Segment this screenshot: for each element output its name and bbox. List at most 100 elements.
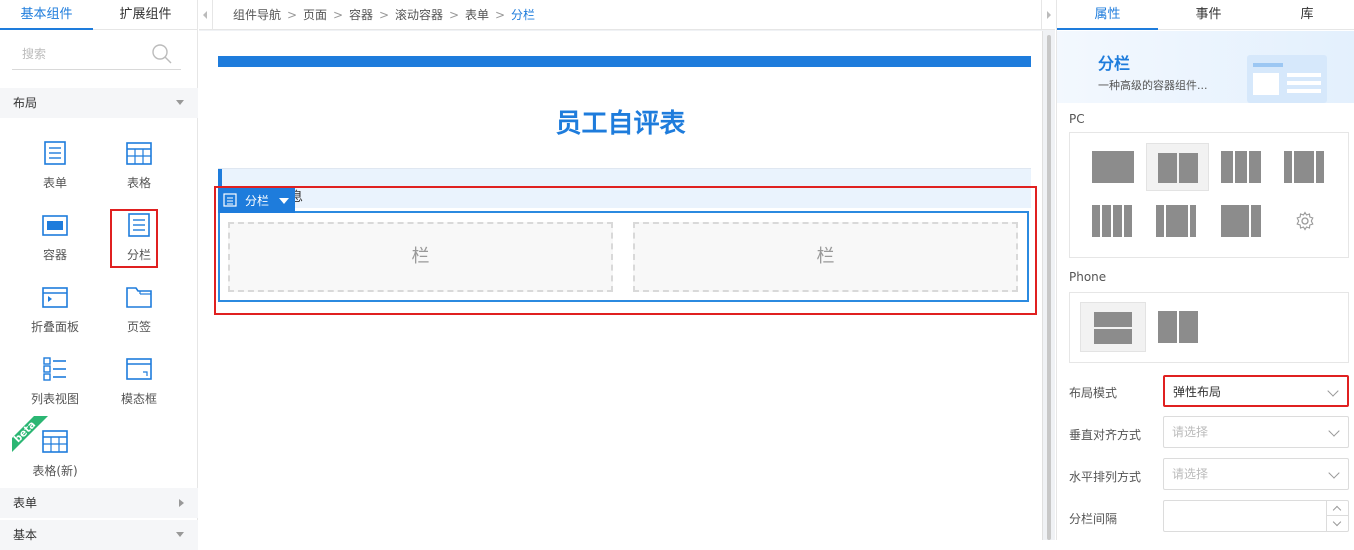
breadcrumb-current: 分栏 <box>511 8 536 22</box>
component-tabs: 基本组件 扩展组件 <box>0 0 198 30</box>
breadcrumb: 组件导航 > 页面 > 容器 > 滚动容器 > 表单 > 分栏 <box>199 0 1055 30</box>
component-label: 折叠面板 <box>30 320 79 334</box>
tab-basic-components[interactable]: 基本组件 <box>0 0 93 30</box>
layout-option-wide-left[interactable] <box>1221 205 1263 237</box>
section-layout[interactable]: 布局 <box>0 88 198 118</box>
section-form[interactable]: 表单 <box>0 488 198 518</box>
tab-library[interactable]: 库 <box>1259 0 1354 30</box>
component-label: 页签 <box>126 320 151 334</box>
component-label: 表单 <box>42 176 67 190</box>
breadcrumb-separator: > <box>495 8 506 22</box>
layout-option-stacked-selected[interactable] <box>1080 302 1146 352</box>
caret-right-icon <box>1047 11 1051 19</box>
property-label: 水平排列方式 <box>1069 470 1142 484</box>
column-gap-input[interactable] <box>1163 500 1349 532</box>
layout-option-side-by-side[interactable] <box>1158 311 1198 343</box>
component-panel: 基本组件 扩展组件 布局 表单 表格 容器 分栏 折叠面板 页签 列表视图 <box>0 0 198 550</box>
caret-left-icon <box>203 11 207 19</box>
layout-mode-select[interactable]: 弹性布局 <box>1163 375 1349 407</box>
component-form[interactable]: 表单 <box>23 134 87 198</box>
layout-option-1col[interactable] <box>1092 151 1134 183</box>
property-tabs: 属性 事件 库 <box>1057 0 1354 30</box>
property-label: 分栏间隔 <box>1069 512 1118 526</box>
scrollbar-thumb[interactable] <box>1047 35 1051 540</box>
component-header: 分栏 一种高级的容器组件... <box>1057 31 1354 103</box>
decrement-button[interactable] <box>1327 516 1348 531</box>
list-view-icon <box>43 357 66 381</box>
phone-layout-options <box>1069 292 1349 363</box>
layout-option-3col[interactable] <box>1221 151 1263 183</box>
layout-option-4col[interactable] <box>1092 205 1134 237</box>
pc-layout-options <box>1069 132 1349 258</box>
component-modal[interactable]: 模态框 <box>107 350 171 414</box>
component-search <box>12 40 181 70</box>
beta-badge: beta <box>12 416 48 452</box>
layout-option-wide-center[interactable] <box>1156 205 1198 237</box>
number-stepper <box>1326 501 1348 531</box>
layout-option-2col-selected[interactable] <box>1146 143 1209 191</box>
columns-highlight-box <box>110 209 158 268</box>
tab-properties[interactable]: 属性 <box>1057 0 1158 30</box>
gear-icon[interactable] <box>1295 211 1315 231</box>
breadcrumb-item[interactable]: 页面 <box>303 0 327 30</box>
component-tabs[interactable]: 页签 <box>107 278 171 342</box>
form-title: 员工自评表 <box>555 109 686 139</box>
selection-highlight-box <box>214 186 1037 315</box>
chevron-down-icon <box>1332 517 1342 527</box>
breadcrumb-item[interactable]: 组件导航 <box>233 0 281 30</box>
form-icon <box>44 141 66 165</box>
component-title: 分栏 <box>1098 54 1131 73</box>
breadcrumb-item[interactable]: 滚动容器 <box>395 0 443 30</box>
breadcrumb-item[interactable]: 容器 <box>349 0 373 30</box>
chevron-down-icon <box>1328 425 1340 437</box>
collapse-icon <box>42 287 68 308</box>
layout-mode-value: 弹性布局 <box>1173 385 1222 399</box>
collapse-right-button[interactable] <box>1041 0 1055 30</box>
section-basic[interactable]: 基本 <box>0 520 198 550</box>
property-label: 布局模式 <box>1069 386 1118 400</box>
component-table[interactable]: 表格 <box>107 134 171 198</box>
chevron-down-icon <box>1327 385 1339 397</box>
layout-option-3col-mixed[interactable] <box>1284 151 1326 183</box>
tabs-icon <box>126 287 152 308</box>
search-icon[interactable] <box>151 43 173 65</box>
chevron-right-icon <box>179 499 184 507</box>
component-label: 列表视图 <box>30 392 79 406</box>
canvas-scrollbar[interactable] <box>1042 31 1055 540</box>
form-header-bar <box>218 56 1031 67</box>
table-icon <box>126 142 152 165</box>
design-canvas: 组件导航 > 页面 > 容器 > 滚动容器 > 表单 > 分栏 员工自评表 息 … <box>199 0 1055 540</box>
breadcrumb-separator: > <box>379 8 390 22</box>
chevron-down-icon <box>176 100 184 105</box>
property-panel: 属性 事件 库 分栏 一种高级的容器组件... PC Phone 布局模式 弹性… <box>1056 0 1354 540</box>
collapse-left-button[interactable] <box>199 0 213 30</box>
component-label: 容器 <box>42 248 67 262</box>
component-collapse[interactable]: 折叠面板 <box>23 278 87 342</box>
vertical-align-select[interactable]: 请选择 <box>1163 416 1349 448</box>
breadcrumb-separator: > <box>449 8 460 22</box>
container-icon <box>42 215 68 236</box>
component-label: 模态框 <box>120 392 157 406</box>
component-subtitle: 一种高级的容器组件... <box>1098 79 1208 92</box>
component-container[interactable]: 容器 <box>23 206 87 270</box>
chevron-up-icon <box>1332 505 1342 515</box>
modal-icon <box>126 358 152 380</box>
tab-extended-components[interactable]: 扩展组件 <box>93 0 198 30</box>
horizontal-arrange-select[interactable]: 请选择 <box>1163 458 1349 490</box>
form-page: 员工自评表 息 栏 栏 分栏 <box>199 31 1042 540</box>
breadcrumb-separator: > <box>287 8 298 22</box>
vertical-align-placeholder: 请选择 <box>1172 425 1209 439</box>
breadcrumb-item[interactable]: 表单 <box>465 0 489 30</box>
section-layout-label: 布局 <box>13 96 38 110</box>
tab-events[interactable]: 事件 <box>1158 0 1259 30</box>
increment-button[interactable] <box>1327 501 1348 516</box>
horizontal-arrange-placeholder: 请选择 <box>1172 467 1209 481</box>
chevron-down-icon <box>176 532 184 537</box>
pc-layout-label: PC <box>1069 112 1085 126</box>
columns-illustration-icon <box>1247 55 1327 103</box>
component-list-view[interactable]: 列表视图 <box>23 350 87 414</box>
search-input[interactable] <box>12 40 142 68</box>
section-form-label: 表单 <box>13 496 38 510</box>
chevron-down-icon <box>1328 467 1340 479</box>
breadcrumb-separator: > <box>333 8 344 22</box>
